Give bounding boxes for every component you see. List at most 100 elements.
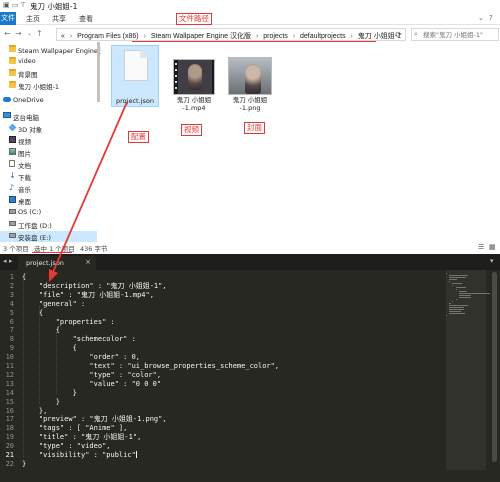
status-highlight-underline — [32, 252, 72, 253]
up-arrow-icon[interactable]: ↑ — [36, 29, 43, 39]
ribbon-tabs: 文件 主页 共享 查看 ⌄ ? — [0, 12, 500, 25]
code-line: "order" : 0, — [22, 353, 141, 362]
tab-list-dropdown-icon[interactable]: ▾ — [490, 257, 494, 265]
help-icon[interactable]: ? — [489, 14, 493, 22]
code-line: "type" : "video", — [22, 442, 111, 451]
line-number: 3 — [9, 290, 14, 299]
breadcrumb: « › Program Files (x86) › Steam Wallpape… — [61, 33, 401, 40]
code-line: } — [22, 459, 27, 468]
quick-access-save-icon[interactable]: ▣ — [3, 1, 10, 9]
code-editor-window: ◂ ▸ project.json × ▾ 1 2 3 4 5 6 7 8 9 10 11 12 13 14… — [0, 254, 500, 482]
title-bar: ▣ ▭ ⊤ 鬼刀 小姐姐-1 — [0, 0, 500, 12]
sidebar-item-onedrive[interactable]: OneDrive — [0, 95, 97, 107]
sidebar-item-documents[interactable]: 文档 — [0, 159, 97, 171]
code-line: "text" : "ui_browse_properties_scheme_co… — [22, 362, 280, 370]
line-number: 20 — [5, 442, 14, 451]
sidebar-item-desktop[interactable]: 桌面 — [0, 195, 97, 207]
ribbon-tab-view[interactable]: 查看 — [79, 14, 93, 24]
quick-access-folder-icon[interactable]: ▭ — [12, 1, 19, 9]
text-caret — [135, 451, 137, 458]
navigation-pane: Steam Wallpaper Engine 汉 video 背景图 鬼刀 小姐… — [0, 42, 106, 244]
breadcrumb-defaultprojects[interactable]: defaultprojects — [300, 33, 346, 40]
sidebar-item-drive-d[interactable]: 工作盘 (D:) — [0, 219, 97, 231]
close-tab-icon[interactable]: × — [85, 258, 91, 266]
sidebar-item-backgrounds[interactable]: 背景图 — [0, 68, 97, 80]
folder-icon — [9, 57, 16, 64]
drive-icon — [9, 221, 16, 226]
sidebar-item-videos[interactable]: 视频 — [0, 135, 97, 147]
tab-scroll-left-icon[interactable]: ◂ — [3, 257, 7, 265]
ribbon-tab-share[interactable]: 共享 — [52, 14, 66, 24]
line-number: 19 — [5, 433, 14, 442]
sidebar-item-label: 工作盘 (D:) — [18, 222, 52, 230]
file-list: project.json 鬼刀 小姐姐 -1.mp4 鬼刀 小姐姐 -1.png — [101, 42, 500, 242]
details-view-icon[interactable]: ☰ — [478, 243, 484, 251]
minimap[interactable] — [446, 270, 491, 482]
picture-icon — [9, 148, 16, 155]
file-item-video[interactable]: 鬼刀 小姐姐 -1.mp4 — [169, 45, 219, 112]
sidebar-item-label: OS (C:) — [18, 208, 42, 216]
drive-icon — [9, 233, 16, 238]
breadcrumb-wallpaper-engine[interactable]: Steam Wallpaper Engine 汉化版 — [151, 33, 251, 40]
back-arrow-icon[interactable]: ← — [4, 29, 11, 39]
sidebar-item-video[interactable]: video — [0, 56, 97, 68]
sidebar-item-pictures[interactable]: 图片 — [0, 147, 97, 159]
folder-icon — [9, 45, 16, 52]
drive-icon — [9, 209, 16, 214]
ribbon-collapse-icon[interactable]: ⌄ — [478, 14, 484, 22]
sidebar-item-label: 背景图 — [18, 71, 38, 79]
line-number: 22 — [5, 459, 14, 468]
line-number: 14 — [5, 388, 14, 397]
refresh-icon[interactable]: ⟳ — [395, 30, 402, 39]
forward-arrow-icon[interactable]: → — [15, 29, 22, 39]
file-name: 鬼刀 小姐姐 -1.mp4 — [176, 96, 212, 112]
status-selected-size: 436 字节 — [80, 245, 108, 253]
file-item-project-json[interactable]: project.json — [111, 45, 159, 107]
sidebar-item-label: 3D 对象 — [18, 126, 43, 134]
line-number-gutter: 1 2 3 4 5 6 7 8 9 10 11 12 13 14 15 16 17 18 19 20 21 22 — [0, 270, 18, 482]
line-number: 4 — [9, 299, 14, 308]
sidebar-item-label: 音乐 — [18, 186, 31, 194]
code-line: "general" : — [22, 299, 86, 308]
sidebar-item-3d-objects[interactable]: 3D 对象 — [0, 123, 97, 135]
sidebar-item-downloads[interactable]: ↓ 下载 — [0, 171, 97, 183]
line-number: 7 — [9, 326, 14, 335]
editor-scrollbar[interactable] — [492, 272, 497, 462]
address-bar[interactable]: « › Program Files (x86) › Steam Wallpape… — [56, 28, 406, 41]
sidebar-item-music[interactable]: ♪ 音乐 — [0, 183, 97, 195]
code-line: "tags" : [ "Anime" ], — [22, 424, 128, 433]
search-input[interactable] — [423, 30, 497, 40]
tab-scroll-right-icon[interactable]: ▸ — [9, 257, 13, 265]
cloud-icon — [3, 97, 11, 102]
breadcrumb-overflow[interactable]: « — [61, 33, 65, 40]
recent-dropdown-icon[interactable]: ⌄ — [27, 29, 32, 39]
ribbon-tab-file[interactable]: 文件 — [0, 12, 16, 25]
search-box[interactable]: ⌕ — [411, 28, 499, 41]
ribbon-tab-home[interactable]: 主页 — [26, 14, 40, 24]
code-line: "visibility" : "public" — [22, 451, 137, 459]
annotation-video-label: 视频 — [181, 124, 202, 136]
large-icons-view-icon[interactable]: ▦ — [489, 243, 496, 251]
code-area[interactable]: { "description" : "鬼刀 小姐姐-1", "file" : "… — [22, 270, 442, 482]
sidebar-item-label: 下载 — [18, 174, 31, 182]
line-number: 10 — [5, 353, 14, 362]
sidebar-item-label: video — [18, 57, 36, 65]
breadcrumb-projects[interactable]: projects — [263, 33, 288, 40]
navigation-bar: ← → ⌄ ↑ « › Program Files (x86) › Steam … — [0, 26, 500, 42]
cube-icon — [8, 123, 17, 132]
sidebar-item-this-pc[interactable]: 这台电脑 — [0, 111, 97, 123]
video-thumbnail — [173, 59, 215, 95]
sidebar-item-label: 视频 — [18, 138, 31, 146]
sidebar-item-wallpaper-engine[interactable]: Steam Wallpaper Engine 汉 — [0, 44, 106, 56]
sidebar-item-label: 图片 — [18, 150, 31, 158]
breadcrumb-program-files[interactable]: Program Files (x86) — [77, 33, 138, 40]
editor-tab-project-json[interactable]: project.json × — [18, 256, 96, 270]
status-item-count: 3 个项目 — [3, 245, 29, 253]
sidebar-item-drive-c[interactable]: OS (C:) — [0, 207, 97, 219]
sidebar-item-project-folder[interactable]: 鬼刀 小姐姐-1 — [0, 80, 97, 92]
code-line: "description" : "鬼刀 小姐姐-1", — [22, 281, 167, 290]
file-item-image[interactable]: 鬼刀 小姐姐 -1.png — [225, 45, 275, 112]
navigation-scrollbar[interactable] — [97, 42, 100, 102]
quick-access-dropdown-icon[interactable]: ⊤ — [20, 1, 26, 9]
line-number: 21 — [5, 451, 14, 459]
